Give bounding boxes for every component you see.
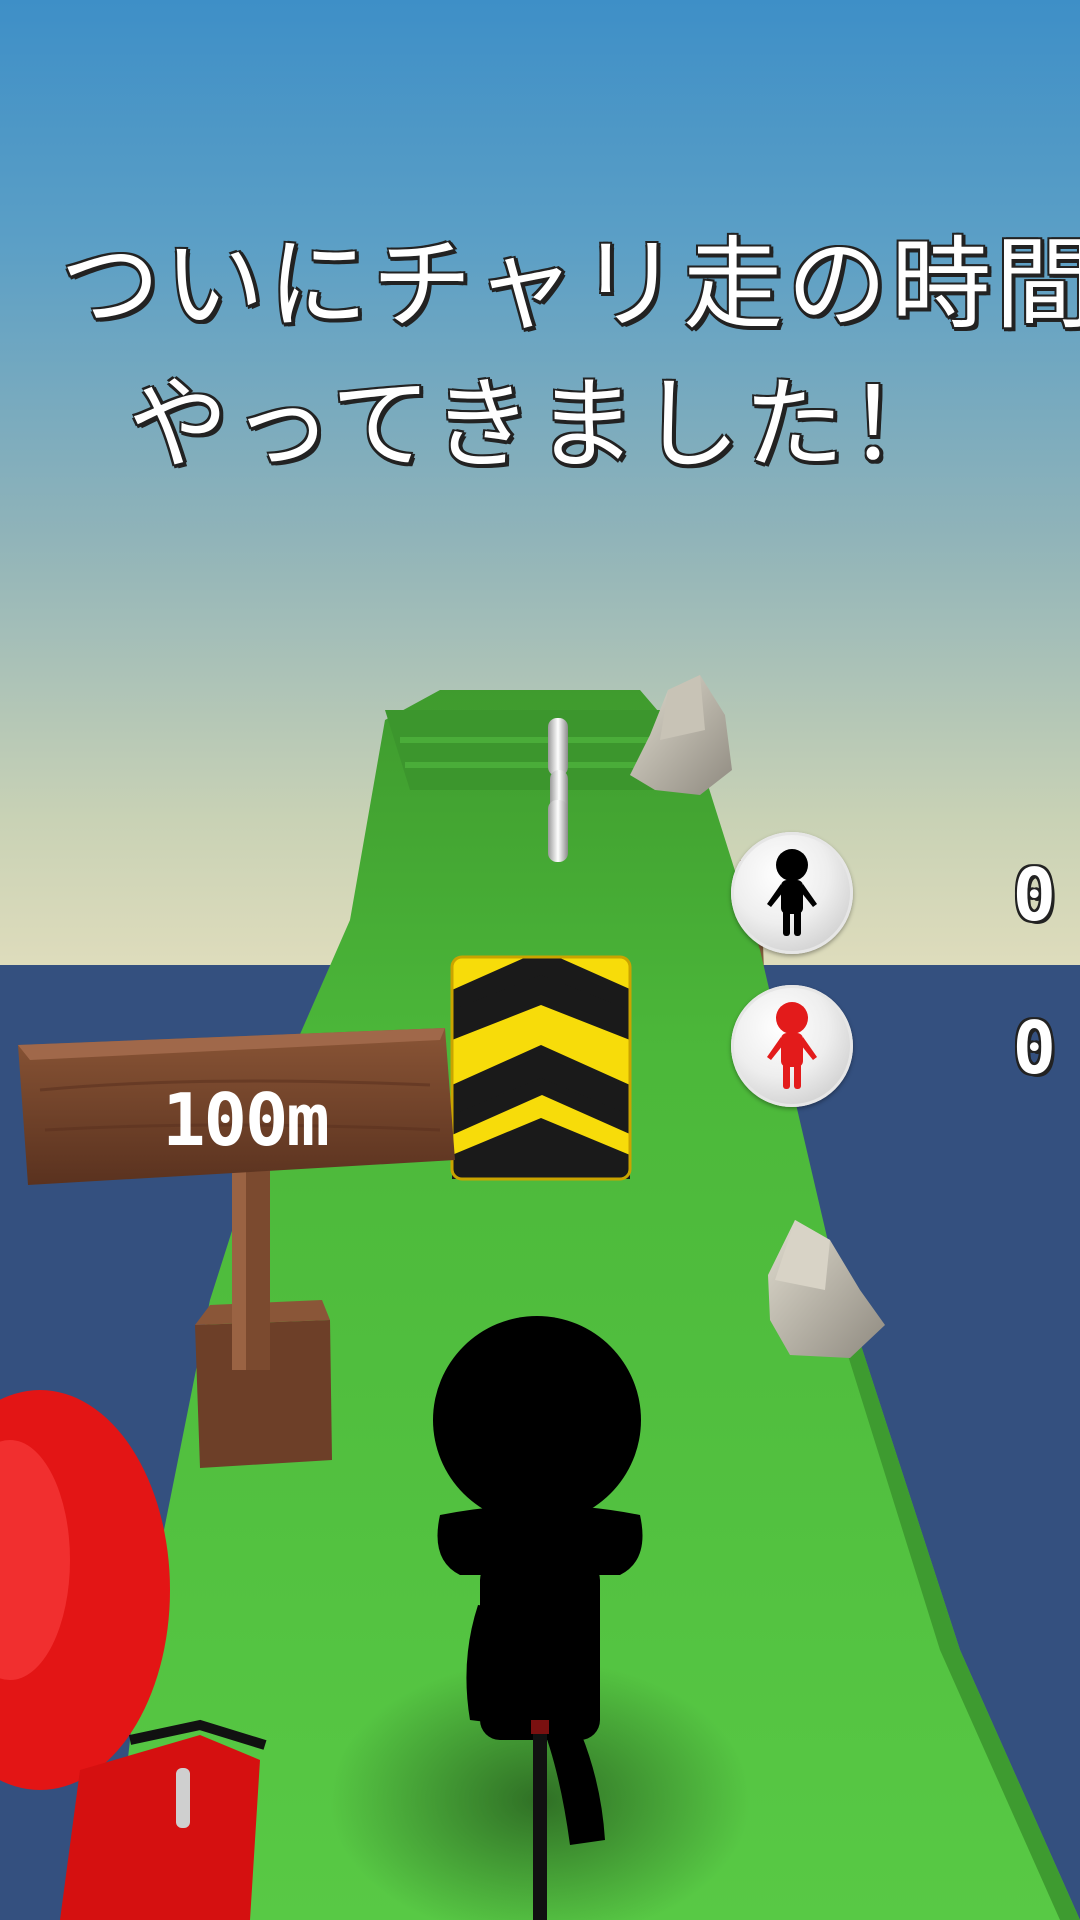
coin-icon (548, 718, 568, 862)
stickman-red-icon (767, 1002, 817, 1089)
black-player-button[interactable] (731, 832, 853, 954)
announcement-banner: ついにチャリ走の時間が やってきました！ (60, 215, 1080, 495)
black-player-score: 0 (1012, 853, 1056, 937)
stickman-black-icon (767, 849, 817, 936)
announcement-line1: ついにチャリ走の時間が (60, 226, 1080, 343)
rock-icon (768, 1220, 885, 1358)
red-player-score: 0 (1012, 1006, 1056, 1090)
red-player-button[interactable] (731, 985, 853, 1107)
game-scene: ついにチャリ走の時間が やってきました！ 100m 0 0 (0, 0, 1080, 1920)
hazard-ramp (450, 955, 632, 1181)
announcement-line2: やってきました！ (128, 366, 952, 483)
distance-label: 100m (162, 1078, 329, 1162)
